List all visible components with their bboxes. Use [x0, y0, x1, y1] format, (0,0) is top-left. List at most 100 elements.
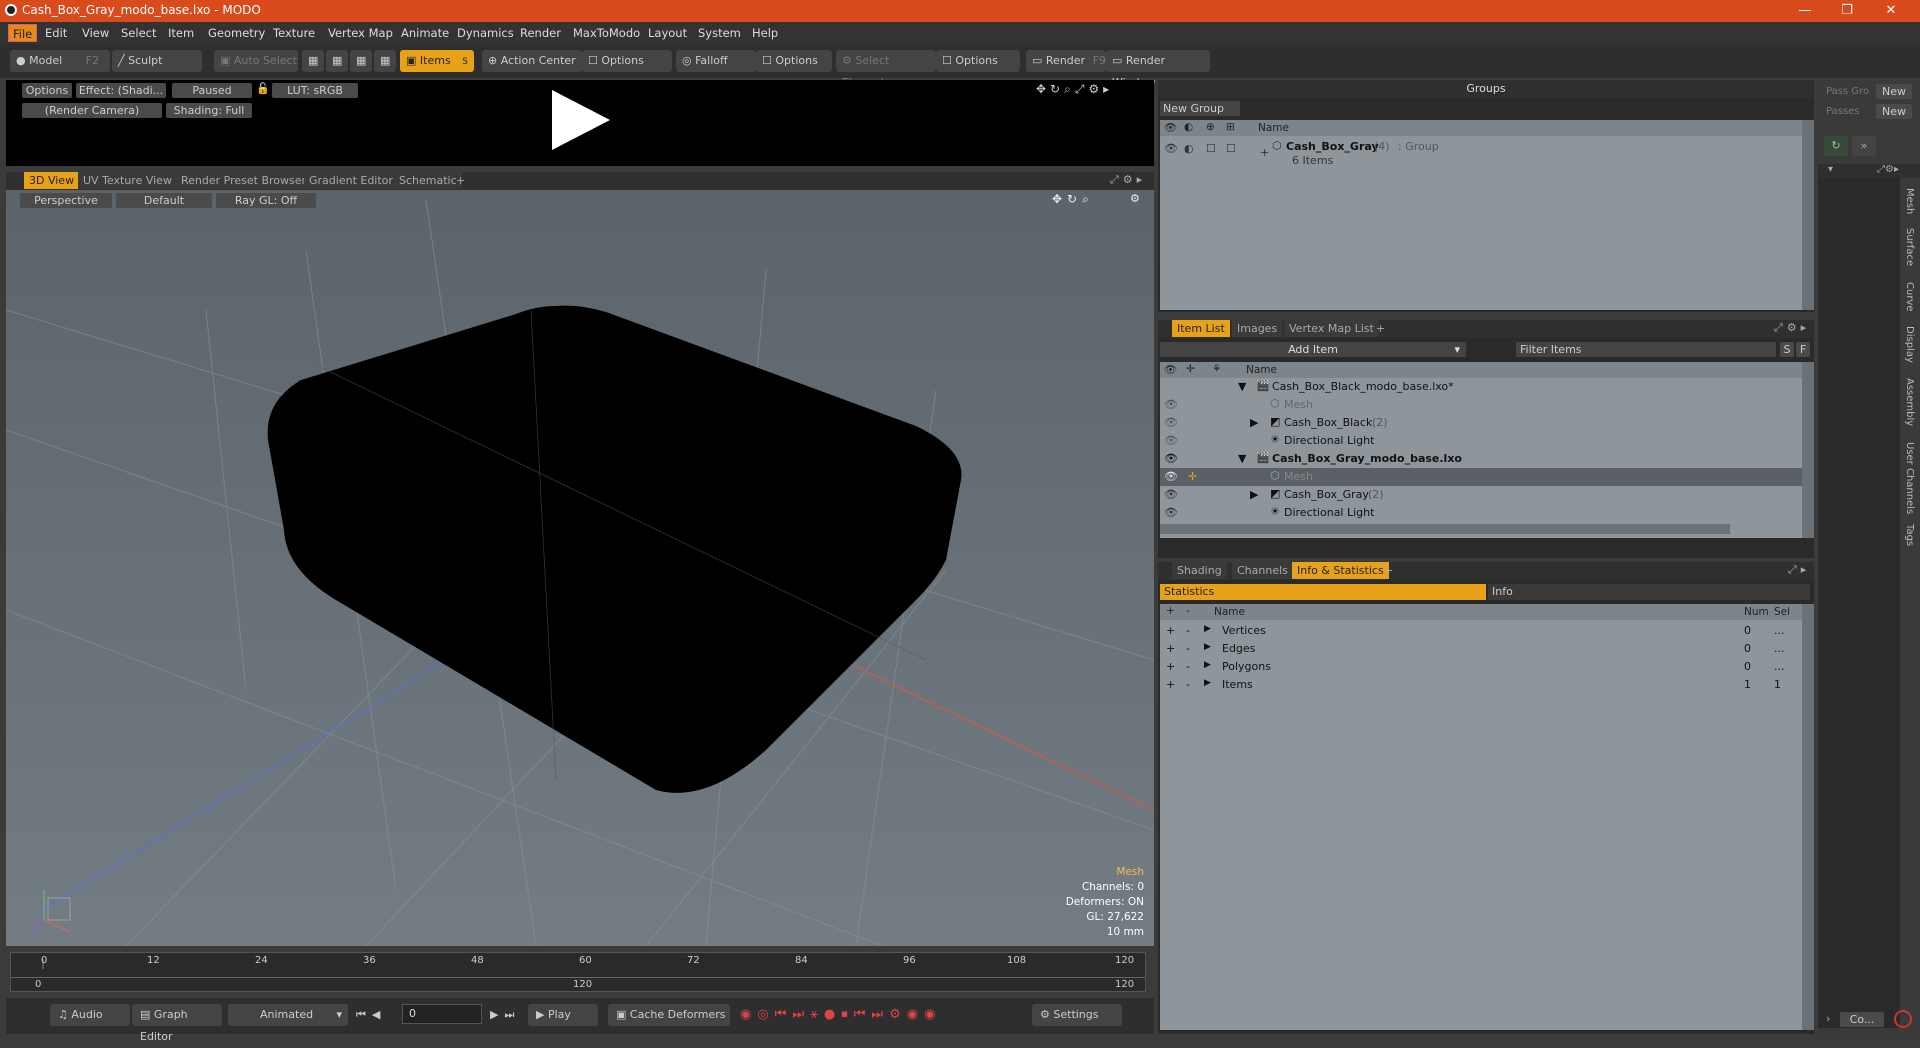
visibility-eye-icon[interactable]: 👁 — [1164, 470, 1178, 483]
menu-render[interactable]: Render — [520, 26, 561, 40]
tab-uv-texture-view[interactable]: UV Texture View — [78, 172, 177, 189]
play-preview-icon[interactable] — [546, 84, 616, 156]
tab-vertex-map-list[interactable]: Vertex Map List — [1284, 320, 1379, 337]
side-tab-mesh[interactable]: Mesh — [1904, 188, 1915, 214]
visibility-eye-icon[interactable]: 👁 — [1164, 434, 1178, 447]
play-button[interactable]: ▶ Play — [528, 1004, 598, 1026]
menu-geometry[interactable]: Geometry — [208, 26, 265, 40]
lock-icon[interactable]: 🔓 — [256, 82, 270, 95]
tab-shading[interactable]: Shading — [1172, 562, 1227, 579]
perspective-dropdown[interactable]: Perspective — [20, 193, 112, 208]
vertices-mode-button[interactable]: ▦ — [302, 50, 324, 72]
statistics-tab[interactable]: Statistics — [1160, 584, 1486, 600]
expand-arrow-icon[interactable]: ▶ — [1250, 488, 1258, 501]
record-icon[interactable] — [1894, 1010, 1912, 1028]
tab-3d-view[interactable]: 3D View — [24, 172, 80, 189]
paused-toggle[interactable]: Paused — [172, 83, 252, 98]
add-tab-button[interactable]: + — [1384, 564, 1393, 577]
visibility-eye-icon[interactable]: 👁 — [1164, 416, 1178, 429]
falloff-options-button[interactable]: ☐ Options — [756, 50, 832, 72]
polygons-mode-button[interactable]: ▦ — [350, 50, 372, 72]
menu-file[interactable]: File — [8, 24, 38, 42]
cache-deformers-button[interactable]: ▣ Cache Deformers — [608, 1004, 730, 1026]
close-button[interactable]: ✕ — [1876, 1, 1906, 21]
collapse-arrow-icon[interactable]: ▼ — [1238, 452, 1246, 465]
collapse-arrow-icon[interactable]: ▼ — [1238, 380, 1246, 393]
remove-all-icon[interactable]: - — [1186, 605, 1190, 617]
action-center-button[interactable]: ⊕ Action Center — [482, 50, 582, 72]
auto-select-button[interactable]: ▣ Auto Select — [214, 50, 298, 72]
statistics-scrollbar[interactable] — [1802, 604, 1814, 1030]
effect-dropdown[interactable]: Effect: (Shadi... — [76, 83, 166, 98]
lut-dropdown[interactable]: LUT: sRGB — [272, 83, 358, 98]
menu-item[interactable]: Item — [168, 26, 194, 40]
new-pass-button[interactable]: New — [1876, 104, 1912, 119]
item-panel-icons[interactable]: ⤢⚙▸ — [1774, 321, 1810, 335]
tab-render-preset-browser[interactable]: Render Preset Browser — [176, 172, 312, 189]
menu-system[interactable]: System — [698, 26, 741, 40]
item-list-hscrollbar[interactable] — [1160, 524, 1730, 534]
preview-options-button[interactable]: Options — [22, 83, 72, 98]
add-tab-button[interactable]: + — [1376, 322, 1385, 335]
record-keys-icons[interactable]: ◉◎⏮⏭⚹●⏹⏮⏭⚙◉◉ — [740, 1007, 941, 1022]
lock-toggle-icon[interactable]: ☐ — [1206, 142, 1216, 155]
preview-nav-icons[interactable]: ✥↻⌕⤢⚙▸ — [1036, 82, 1113, 97]
edges-mode-button[interactable]: ▦ — [326, 50, 348, 72]
transport-end-buttons[interactable]: ▶⏭ — [490, 1008, 520, 1022]
tab-images[interactable]: Images — [1232, 320, 1283, 337]
add-icon[interactable]: + — [1166, 678, 1175, 691]
side-tab-curve[interactable]: Curve — [1904, 282, 1915, 312]
settings-button[interactable]: ⚙ Settings — [1032, 1004, 1122, 1026]
menu-select[interactable]: Select — [121, 26, 156, 40]
stats-row-items[interactable]: + - ▶ Items 1 1 — [1160, 676, 1802, 694]
add-icon[interactable]: + — [1166, 624, 1175, 637]
side-tab-user-channels[interactable]: User Channels — [1904, 442, 1915, 514]
model-mode-button[interactable]: ● Model F2 — [10, 50, 110, 72]
tab-gradient-editor[interactable]: Gradient Editor — [304, 172, 398, 189]
visibility-eye-icon[interactable]: 👁 — [1164, 142, 1178, 155]
animated-dropdown[interactable]: Animated ▾ — [228, 1004, 348, 1026]
render-button[interactable]: ▭ Render F9 — [1026, 50, 1106, 72]
add-item-dropdown[interactable]: Add Item ▾ — [1160, 342, 1466, 357]
transport-start-buttons[interactable]: ⏮◀ — [356, 1008, 386, 1022]
timeline[interactable]: 0 12 24 36 48 60 72 84 96 108 120 0 120 … — [6, 950, 1154, 996]
remove-icon[interactable]: - — [1186, 642, 1190, 655]
side-tab-assembly[interactable]: Assembly — [1904, 378, 1915, 426]
info-panel-icons[interactable]: ⤢▸ — [1788, 563, 1810, 577]
new-pass-group-button[interactable]: New — [1876, 84, 1912, 99]
remove-icon[interactable]: - — [1186, 624, 1190, 637]
visibility-eye-icon[interactable]: 👁 — [1164, 398, 1178, 411]
menu-layout[interactable]: Layout — [648, 26, 687, 40]
shading-dropdown[interactable]: Shading: Full — [166, 103, 252, 118]
expand-arrow-icon[interactable]: ▶ — [1204, 642, 1211, 652]
item-list-scrollbar[interactable] — [1802, 362, 1814, 538]
visibility-eye-icon[interactable]: 👁 — [1164, 452, 1178, 465]
expand-arrow-icon[interactable]: ▶ — [1204, 660, 1211, 670]
materials-mode-button[interactable]: ▦ — [374, 50, 396, 72]
view-panel-icons[interactable]: ⤢⚙▸ — [1110, 173, 1146, 187]
lock-icon[interactable]: ✛ — [1188, 470, 1197, 483]
expand-arrow-icon[interactable]: ▶ — [1204, 624, 1211, 634]
expand-arrow-icon[interactable]: ▶ — [1250, 416, 1258, 429]
remove-icon[interactable]: - — [1186, 678, 1190, 691]
menu-vertex-map[interactable]: Vertex Map — [328, 26, 393, 40]
list-item-mesh[interactable]: 👁 ⬡ Mesh — [1160, 396, 1802, 414]
render-window-button[interactable]: ▭ Render Window — [1106, 50, 1210, 89]
tab-schematic[interactable]: Schematic — [394, 172, 462, 189]
menu-edit[interactable]: Edit — [45, 26, 67, 40]
menu-view[interactable]: View — [82, 26, 109, 40]
action-center-options-button[interactable]: ☐ Options — [582, 50, 672, 72]
add-all-icon[interactable]: + — [1166, 605, 1175, 617]
list-item-group[interactable]: 👁 ▶ ◩ Cash_Box_Black (2) — [1160, 414, 1802, 432]
list-item-light[interactable]: 👁 ☀ Directional Light — [1160, 432, 1802, 450]
side-tab-surface[interactable]: Surface — [1904, 228, 1915, 266]
add-icon[interactable]: + — [1166, 642, 1175, 655]
side-tab-display[interactable]: Display — [1904, 326, 1915, 363]
side-tab-tags[interactable]: Tags — [1904, 524, 1915, 546]
menu-help[interactable]: Help — [752, 26, 778, 40]
refresh-icon[interactable]: ↻ — [1824, 136, 1848, 156]
audio-button[interactable]: ♫ Audio — [50, 1004, 130, 1026]
visibility-eye-icon[interactable]: 👁 — [1164, 506, 1178, 519]
visibility-eye-icon[interactable]: 👁 — [1164, 488, 1178, 501]
select-through-options-button[interactable]: ☐ Options — [936, 50, 1020, 72]
